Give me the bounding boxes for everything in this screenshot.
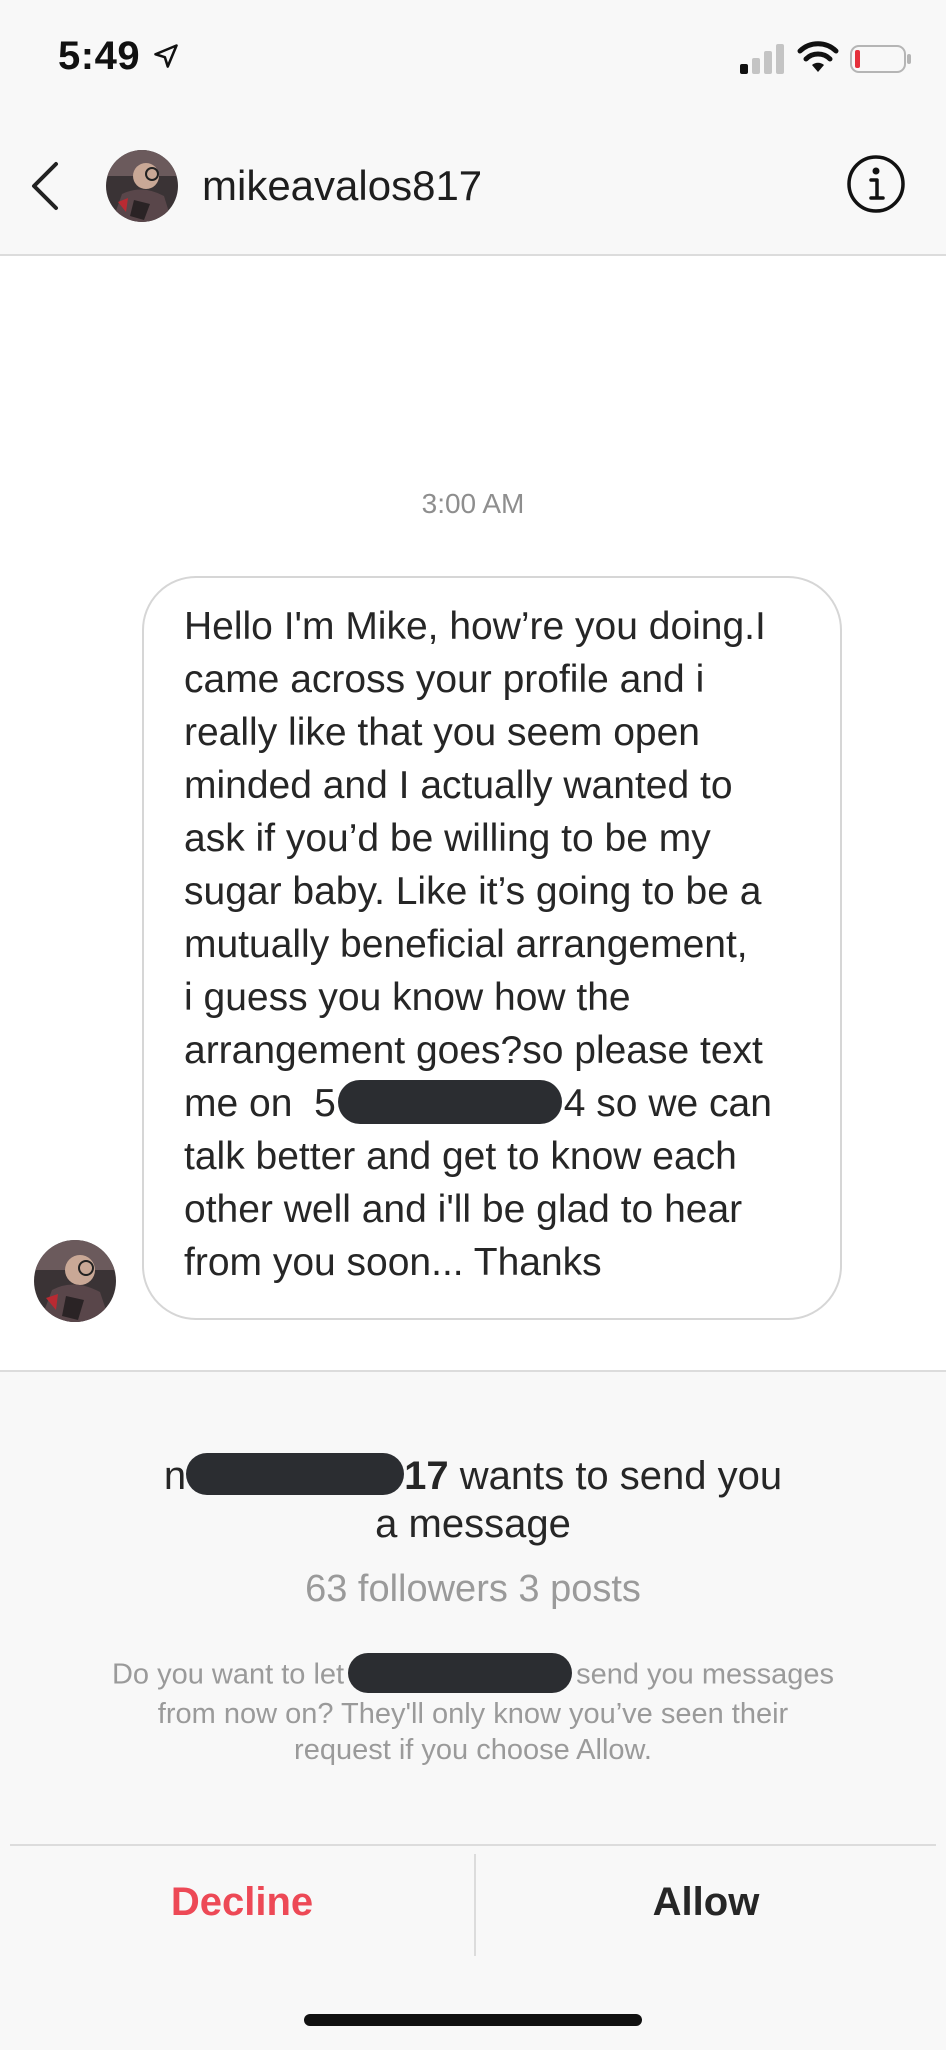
request-note-line: request if you choose Allow. [294, 1734, 652, 1766]
request-note-part: send you messages [576, 1658, 835, 1691]
request-note: Do you want to let send you messages from… [70, 1653, 876, 1768]
message-line: really like that you seem open [184, 711, 700, 754]
message-line: ask if you’d be willing to be my [184, 817, 711, 860]
message-line-part: me on 5 [184, 1082, 336, 1125]
message-line: talk better and get to know each [184, 1135, 737, 1178]
message-line: came across your profile and i [184, 658, 705, 701]
request-note-line: Do you want to let send you messages [70, 1653, 876, 1696]
message-line: mutually beneficial arrangement, [184, 923, 748, 966]
message-timestamp: 3:00 AM [421, 488, 525, 519]
request-note-line: from now on? They'll only know you’ve se… [157, 1698, 789, 1730]
phone-redaction [337, 1079, 562, 1124]
message-line-part: 4 so we can [563, 1082, 772, 1125]
message-line: other well and i'll be glad to hear [184, 1188, 743, 1231]
location-arrow-icon [154, 44, 178, 68]
back-chevron-icon[interactable] [24, 156, 68, 216]
message-line: minded and I actually wanted to [184, 764, 733, 807]
home-indicator[interactable] [304, 2014, 642, 2026]
request-stats: 63 followers 3 posts [305, 1568, 641, 1610]
allow-button[interactable]: Allow [476, 1846, 936, 1958]
request-title: n 17 wants to send you a message [0, 1452, 946, 1548]
message-text: Hello I'm Mike, how’re you doing.I came … [184, 600, 824, 1289]
info-icon[interactable] [846, 154, 906, 214]
message-line-with-redaction: me on 5 4 so we can [184, 1077, 824, 1130]
username-redaction [348, 1653, 573, 1693]
message-line: sugar baby. Like it’s going to be a [184, 870, 762, 913]
request-note-part: Do you want to let [111, 1658, 345, 1691]
status-time: 5:49 [58, 34, 141, 78]
status-bar: 5:49 [0, 0, 946, 118]
header-username[interactable]: mikeavalos817 [202, 160, 482, 212]
avatar[interactable] [106, 150, 178, 222]
request-username-end: 17 [404, 1454, 449, 1498]
username-redaction [186, 1453, 405, 1496]
message-line: Hello I'm Mike, how’re you doing.I [184, 605, 766, 648]
message-bubble[interactable]: Hello I'm Mike, how’re you doing.I came … [142, 576, 842, 1320]
message-line: i guess you know how the [184, 976, 631, 1019]
battery-icon [850, 45, 911, 73]
sender-avatar[interactable] [34, 1240, 116, 1322]
chat-header: mikeavalos817 [0, 118, 946, 256]
message-line: from you soon... Thanks [184, 1241, 602, 1284]
wifi-icon [797, 41, 839, 72]
request-title-text: wants to send you [448, 1454, 783, 1498]
request-username-start: n [163, 1454, 187, 1498]
message-line: arrangement goes?so please text [184, 1029, 763, 1072]
signal-icon [740, 44, 784, 74]
request-title-line: n 17 wants to send you [0, 1452, 946, 1500]
message-request-panel: n 17 wants to send you a message 63 follo… [0, 1370, 946, 2050]
decline-button[interactable]: Decline [10, 1846, 474, 1958]
request-title-line-2: a message [375, 1502, 571, 1546]
